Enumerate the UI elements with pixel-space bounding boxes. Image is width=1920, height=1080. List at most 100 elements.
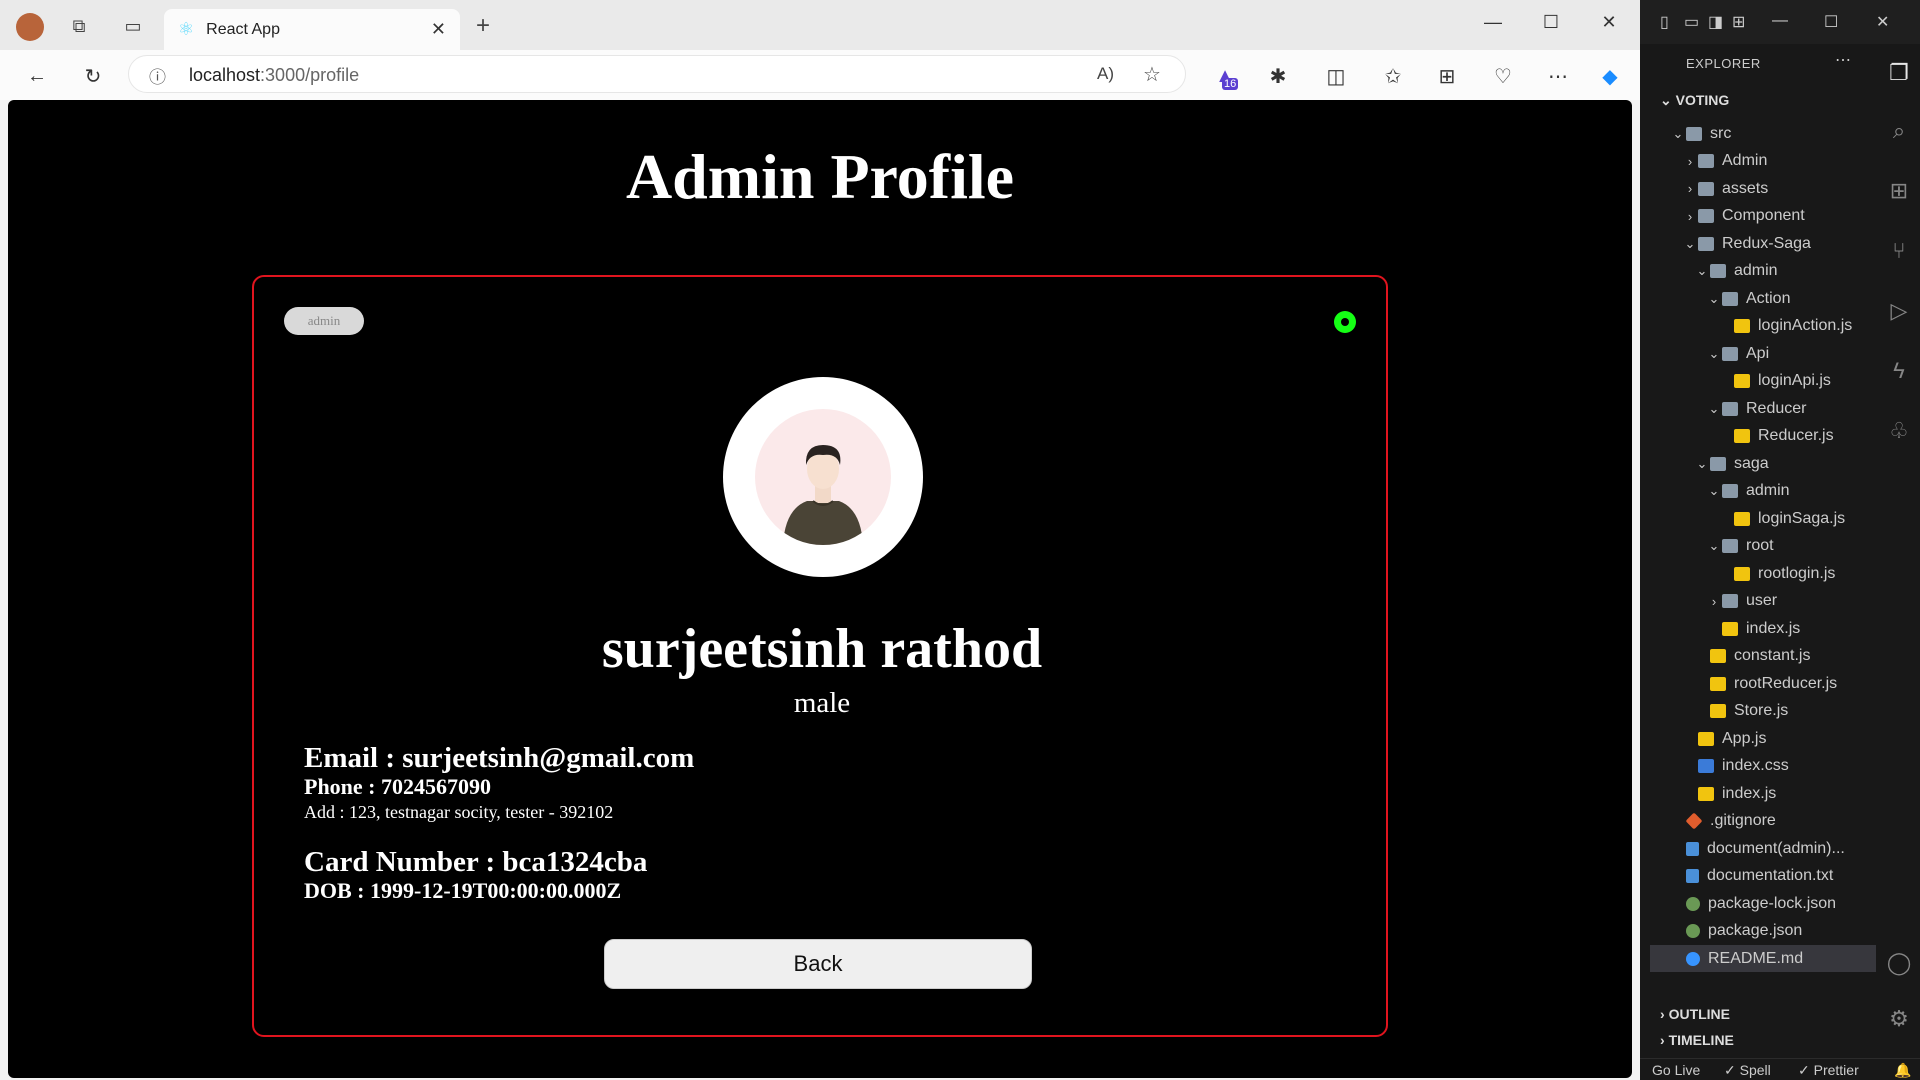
tree-file[interactable]: index.js xyxy=(1650,780,1876,807)
tree-file[interactable]: loginAction.js xyxy=(1650,313,1876,340)
close-window-icon[interactable]: ✕ xyxy=(1586,8,1632,36)
copilot-icon[interactable]: ◆ xyxy=(1597,63,1623,89)
read-aloud-icon[interactable]: A) xyxy=(1097,64,1114,84)
page-viewport: Admin Profile admin surjeetsinh rathod m… xyxy=(8,100,1632,1078)
tree-folder[interactable]: ⌄ admin xyxy=(1650,478,1876,505)
tree-item-label: App.js xyxy=(1722,729,1767,747)
vs-maximize-icon[interactable]: ☐ xyxy=(1824,12,1838,32)
chevron-down-icon: ⌄ xyxy=(1684,235,1696,251)
tree-folder[interactable]: ⌄ admin xyxy=(1650,258,1876,285)
tree-file[interactable]: .gitignore xyxy=(1650,808,1876,835)
person-illustration-icon xyxy=(783,445,863,545)
maximize-icon[interactable]: ☐ xyxy=(1528,8,1574,36)
tree-item-label: Reducer xyxy=(1746,399,1807,417)
go-live-button[interactable]: Go Live xyxy=(1652,1062,1700,1078)
vs-close-icon[interactable]: ✕ xyxy=(1876,12,1889,32)
extensions-icon[interactable]: ⊞ xyxy=(1886,178,1912,204)
profile-dob: DOB : 1999-12-19T00:00:00.000Z xyxy=(304,878,622,903)
url-text[interactable]: localhost:3000/profile xyxy=(189,65,359,86)
profile-name: surjeetsinh rathod xyxy=(601,618,1043,680)
explorer-icon[interactable]: ❐ xyxy=(1886,60,1912,86)
tree-folder[interactable]: ⌄ Action xyxy=(1650,285,1876,312)
tree-file[interactable]: rootlogin.js xyxy=(1650,560,1876,587)
tree-file[interactable]: constant.js xyxy=(1650,643,1876,670)
spell-check-status[interactable]: ✓ Spell xyxy=(1724,1062,1771,1079)
search-icon[interactable]: ⌕ xyxy=(1886,118,1912,144)
address-bar[interactable]: ⓘ localhost:3000/profile A) ☆ xyxy=(128,55,1186,93)
split-screen-icon[interactable]: ◫ xyxy=(1323,63,1349,89)
tree-file[interactable]: README.md xyxy=(1650,945,1876,972)
explorer-sidebar: EXPLORER ⋯ ⌄ VOTING ⌄ src › Admin › assets › Co… xyxy=(1650,44,1876,1060)
tab-actions-icon[interactable]: ▭ xyxy=(122,15,144,37)
toggle-panel-icon[interactable]: ▭ xyxy=(1684,12,1699,32)
css-icon xyxy=(1698,759,1714,773)
chevron-down-icon: ⌄ xyxy=(1708,345,1720,361)
tree-file[interactable]: index.js xyxy=(1650,615,1876,642)
tree-file[interactable]: index.css xyxy=(1650,753,1876,780)
browser-essentials-icon[interactable]: ♡ xyxy=(1490,63,1516,89)
tree-folder[interactable]: ⌄ Api xyxy=(1650,340,1876,367)
toggle-secondary-sidebar-icon[interactable]: ◨ xyxy=(1708,12,1723,32)
thunder-client-icon[interactable]: ϟ xyxy=(1886,358,1912,384)
tree-file[interactable]: loginSaga.js xyxy=(1650,505,1876,532)
account-icon[interactable]: ◯ xyxy=(1886,950,1912,976)
tree-file[interactable]: package-lock.json xyxy=(1650,890,1876,917)
tree-folder[interactable]: ⌄ root xyxy=(1650,533,1876,560)
customize-layout-icon[interactable]: ⊞ xyxy=(1732,12,1745,32)
git-icon xyxy=(1685,812,1703,830)
profile-avatar-icon[interactable] xyxy=(16,13,44,41)
tree-item-label: Api xyxy=(1746,344,1770,362)
tree-file[interactable]: package.json xyxy=(1650,918,1876,945)
settings-gear-icon[interactable]: ⚙ xyxy=(1886,1006,1912,1032)
timeline-section[interactable]: › TIMELINE xyxy=(1660,1032,1734,1048)
outline-section[interactable]: › OUTLINE xyxy=(1660,1006,1730,1022)
tree-file[interactable]: rootReducer.js xyxy=(1650,670,1876,697)
refresh-icon[interactable]: ↻ xyxy=(80,63,106,89)
back-arrow-icon[interactable]: ← xyxy=(24,63,50,89)
collections-icon[interactable]: ⊞ xyxy=(1434,63,1460,89)
explorer-more-icon[interactable]: ⋯ xyxy=(1835,50,1851,70)
tab-react-app[interactable]: ⚛ React App ✕ xyxy=(164,9,460,50)
tree-folder[interactable]: › user xyxy=(1650,588,1876,615)
source-control-icon[interactable]: ⑂ xyxy=(1886,238,1912,264)
vs-minimize-icon[interactable]: — xyxy=(1772,12,1788,30)
tree-folder[interactable]: › Admin xyxy=(1650,148,1876,175)
browser-toolbar: ← ↻ ⓘ localhost:3000/profile A) ☆ ▲ 16 ✱… xyxy=(0,50,1640,100)
js-icon xyxy=(1734,374,1750,388)
folder-icon xyxy=(1710,456,1726,471)
site-info-icon[interactable]: ⓘ xyxy=(149,63,166,88)
workspaces-icon[interactable]: ⧉ xyxy=(68,15,90,37)
remote-explorer-icon[interactable]: ♧ xyxy=(1886,418,1912,444)
minimize-icon[interactable]: — xyxy=(1470,8,1516,36)
tree-item-label: loginAction.js xyxy=(1758,317,1853,334)
tree-file[interactable]: loginApi.js xyxy=(1650,368,1876,395)
back-button[interactable]: Back xyxy=(604,939,1032,989)
new-tab-icon[interactable]: + xyxy=(472,12,494,39)
tree-folder[interactable]: › Component xyxy=(1650,203,1876,230)
tree-file[interactable]: document(admin)... xyxy=(1650,835,1876,862)
prettier-status[interactable]: ✓ Prettier xyxy=(1798,1062,1859,1079)
tree-file[interactable]: Store.js xyxy=(1650,698,1876,725)
tree-file[interactable]: App.js xyxy=(1650,725,1876,752)
js-icon xyxy=(1710,649,1726,663)
close-tab-icon[interactable]: ✕ xyxy=(431,19,446,40)
toggle-sidebar-icon[interactable]: ▯ xyxy=(1660,12,1669,32)
tree-folder[interactable]: ⌄ saga xyxy=(1650,450,1876,477)
tree-folder[interactable]: › assets xyxy=(1650,175,1876,202)
folder-icon xyxy=(1698,181,1714,196)
favorite-star-icon[interactable]: ☆ xyxy=(1143,62,1161,87)
tree-item-label: Action xyxy=(1746,289,1791,307)
tree-file[interactable]: Reducer.js xyxy=(1650,423,1876,450)
tree-folder[interactable]: ⌄ Reducer xyxy=(1650,395,1876,422)
js-icon xyxy=(1734,566,1750,581)
favorites-icon[interactable]: ✩ xyxy=(1380,63,1406,89)
tree-file[interactable]: documentation.txt xyxy=(1650,863,1876,890)
notifications-bell-icon[interactable]: 🔔 xyxy=(1894,1062,1911,1079)
tree-item-label: assets xyxy=(1722,179,1769,197)
more-menu-icon[interactable]: ⋯ xyxy=(1545,63,1571,89)
extensions-puzzle-icon[interactable]: ✱ xyxy=(1265,63,1291,89)
project-header[interactable]: ⌄ VOTING xyxy=(1660,92,1729,109)
run-debug-icon[interactable]: ▷ xyxy=(1886,298,1912,324)
tree-folder[interactable]: ⌄ src xyxy=(1650,120,1876,147)
tree-folder[interactable]: ⌄ Redux-Saga xyxy=(1650,230,1876,257)
